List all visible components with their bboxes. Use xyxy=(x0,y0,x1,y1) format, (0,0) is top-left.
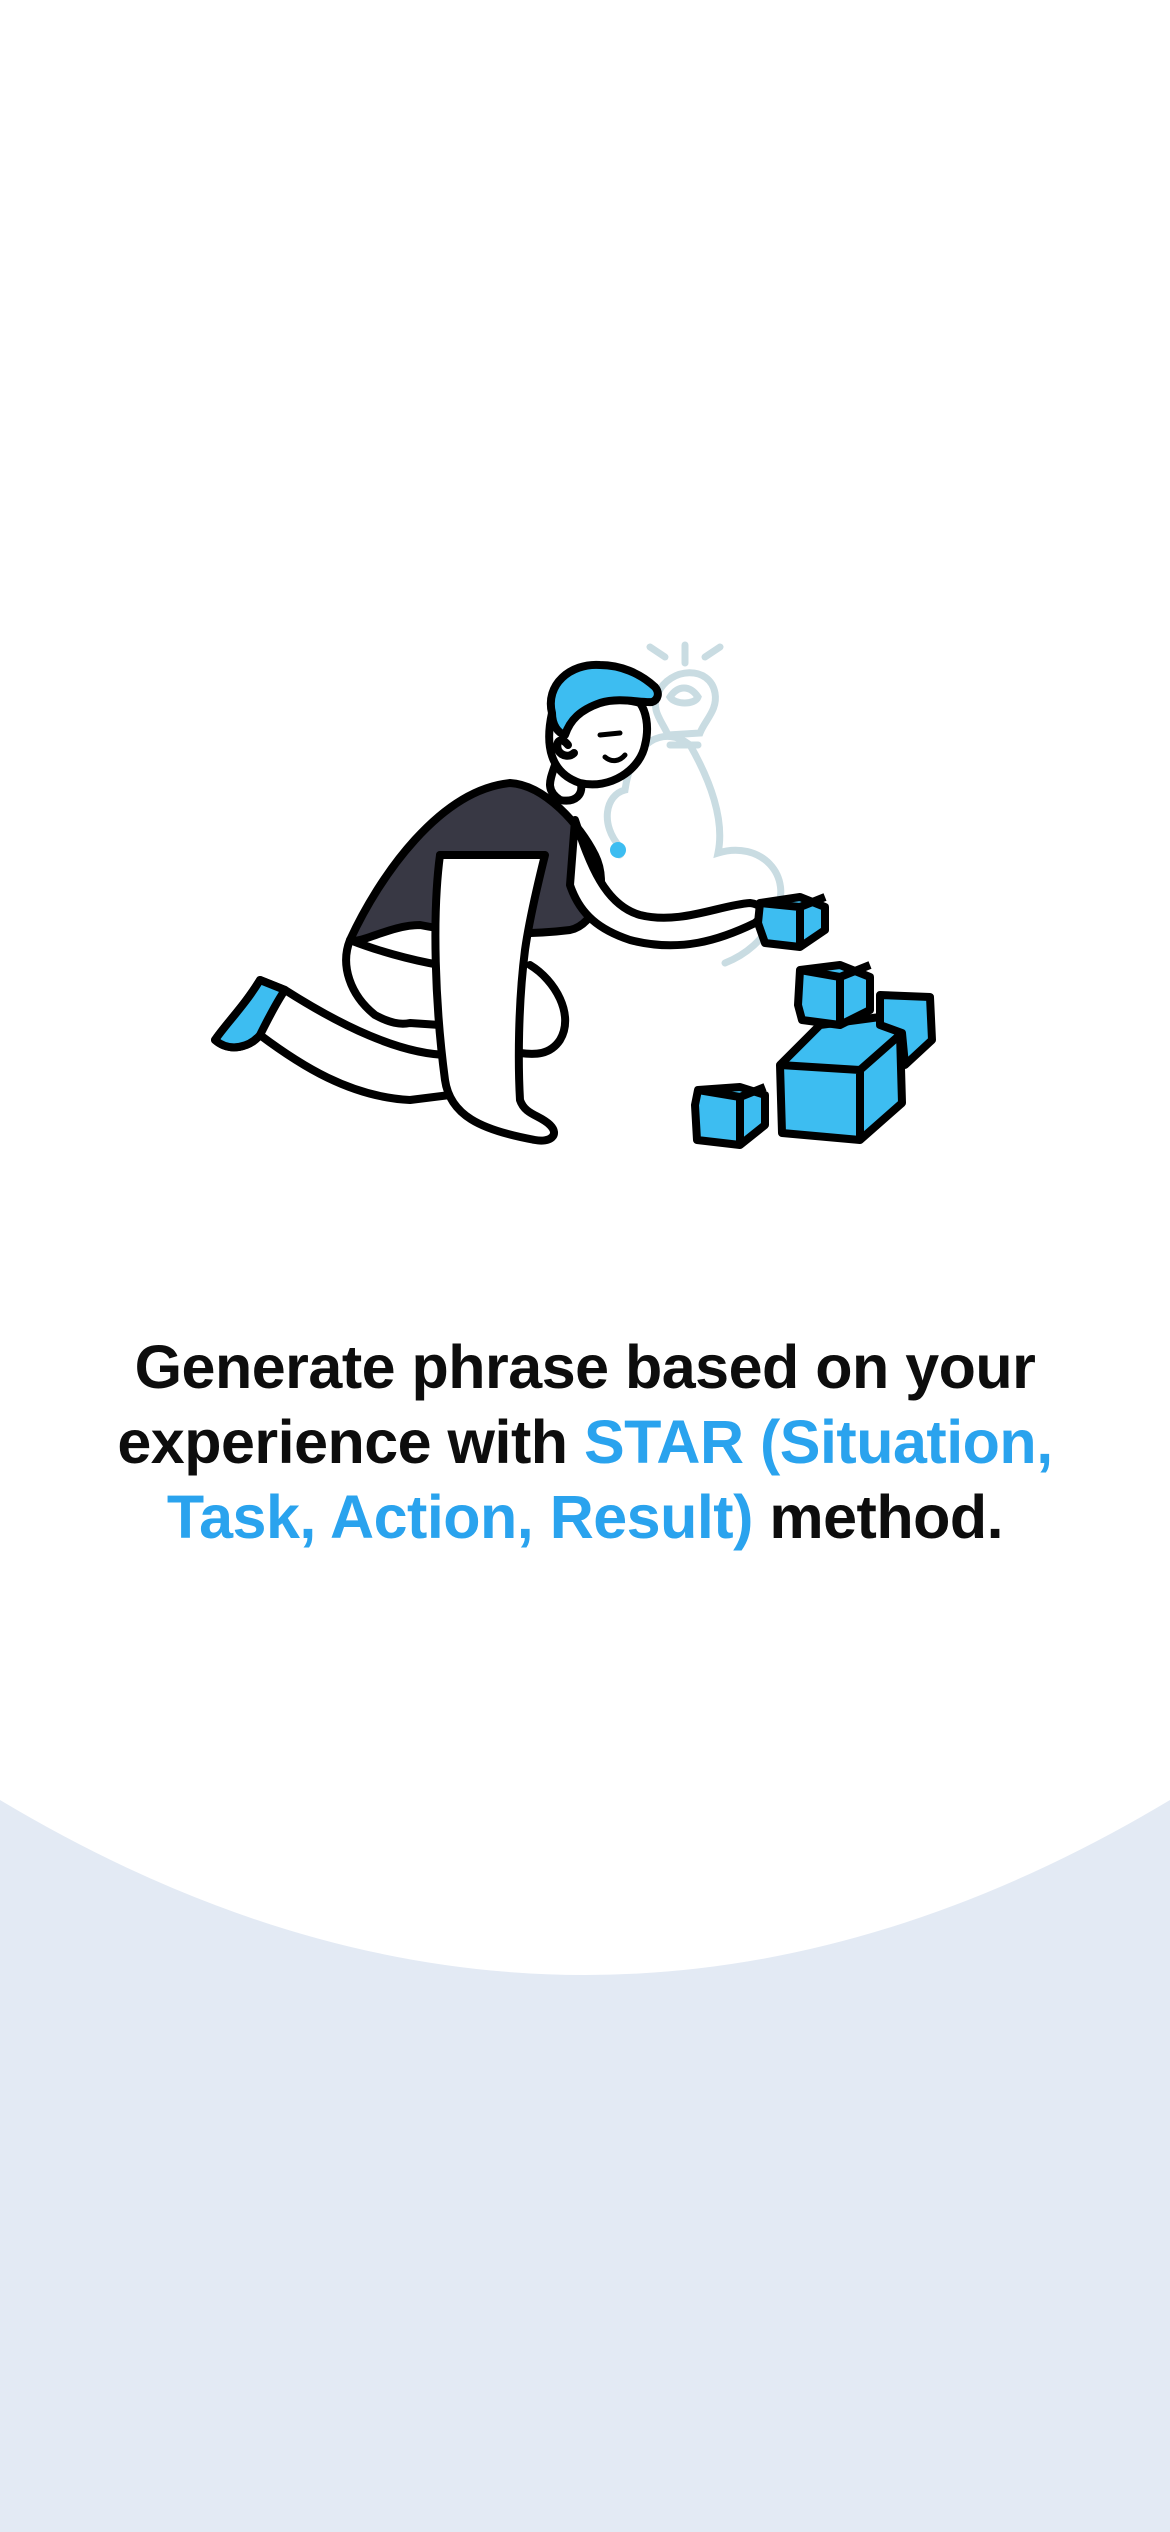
headline-text: Generate phrase based on your experience… xyxy=(80,1330,1090,1555)
headline-trail: method. xyxy=(752,1483,1004,1551)
person-building-blocks-illustration xyxy=(211,641,936,1149)
onboarding-screen: Generate phrase based on your experience… xyxy=(0,0,1170,2532)
dot-icon xyxy=(610,842,626,858)
bottom-background-panel xyxy=(0,1800,1170,2532)
